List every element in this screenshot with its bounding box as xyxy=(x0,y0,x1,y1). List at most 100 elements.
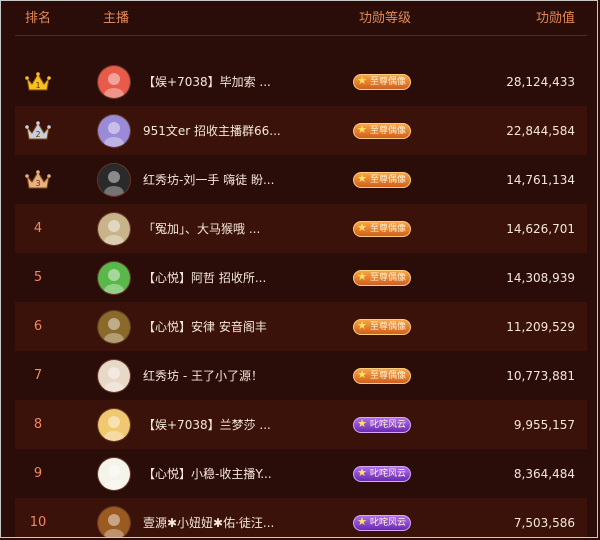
star-icon: ★ xyxy=(357,172,367,185)
merit-value: 9,955,157 xyxy=(513,417,575,432)
rank-cell: 2 xyxy=(23,106,53,155)
header-level: 功勋等级 xyxy=(359,11,412,26)
rank-number: 5 xyxy=(33,270,43,285)
level-badge: ★ 至尊偶像 xyxy=(353,368,412,384)
merit-value: 11,209,529 xyxy=(506,319,575,334)
rank-cell: 8 xyxy=(23,400,53,449)
avatar[interactable] xyxy=(97,506,131,537)
anchor-name[interactable]: 红秀坊 - 王了小了源！ xyxy=(143,351,263,400)
avatar[interactable] xyxy=(97,457,131,491)
star-icon: ★ xyxy=(357,221,367,234)
merit-value: 14,308,939 xyxy=(506,270,575,285)
crown-icon: 1 xyxy=(25,71,51,90)
level-label: 至尊偶像 xyxy=(370,224,407,234)
rank-number: 4 xyxy=(33,221,43,236)
ranking-row[interactable]: 8 【娱+7038】兰梦莎 ... ★ 叱咤风云 9,955,157 xyxy=(15,400,587,449)
avatar[interactable] xyxy=(97,65,131,99)
anchor-name[interactable]: 【心悦】阿哲 招收所... xyxy=(143,253,266,302)
ranking-row[interactable]: 3 红秀坊-刘一手 嗨徒 盼... ★ 至尊偶像 14,761,134 xyxy=(15,155,587,204)
star-icon: ★ xyxy=(357,319,367,332)
merit-value: 7,503,586 xyxy=(513,515,575,530)
level-badge: ★ 叱咤风云 xyxy=(353,417,412,433)
level-label: 至尊偶像 xyxy=(370,322,407,332)
rank-cell: 5 xyxy=(23,253,53,302)
level-badge: ★ 至尊偶像 xyxy=(353,123,412,139)
avatar[interactable] xyxy=(97,310,131,344)
star-icon: ★ xyxy=(357,270,367,283)
avatar[interactable] xyxy=(97,114,131,148)
rank-cell: 9 xyxy=(23,449,53,498)
anchor-name[interactable]: 【娱+7038】兰梦莎 ... xyxy=(143,400,271,449)
level-label: 至尊偶像 xyxy=(370,273,407,283)
anchor-name[interactable]: 「冤加」、大马猴哦 ... xyxy=(143,204,260,253)
ranking-row[interactable]: 9 【心悦】小稳-收主播Y... ★ 叱咤风云 8,364,484 xyxy=(15,449,587,498)
star-icon: ★ xyxy=(357,466,367,479)
ranking-row[interactable]: 5 【心悦】阿哲 招收所... ★ 至尊偶像 14,308,939 xyxy=(15,253,587,302)
rank-number: 10 xyxy=(29,515,47,530)
anchor-name[interactable]: 【心悦】小稳-收主播Y... xyxy=(143,449,272,498)
level-badge: ★ 至尊偶像 xyxy=(353,74,412,90)
header-anchor: 主播 xyxy=(103,11,130,26)
merit-value: 14,626,701 xyxy=(506,221,575,236)
ranking-list: 1 【娱+7038】毕加索 ... ★ 至尊偶像 28,124,433 2 951文er 招… xyxy=(15,57,587,537)
merit-value: 28,124,433 xyxy=(506,74,575,89)
rank-cell: 7 xyxy=(23,351,53,400)
rank-cell: 3 xyxy=(23,155,53,204)
rank-cell: 1 xyxy=(23,57,53,106)
star-icon: ★ xyxy=(357,515,367,528)
crown-icon: 3 xyxy=(25,169,51,188)
ranking-panel: 排名 主播 功勋等级 功勋值 1 【娱+7038】毕加索 ... ★ 至尊偶像 28,1… xyxy=(0,0,598,538)
merit-value: 14,761,134 xyxy=(506,172,575,187)
rank-number: 8 xyxy=(33,417,43,432)
level-label: 至尊偶像 xyxy=(370,77,407,87)
anchor-name[interactable]: 【心悦】安律 安音阁丰 xyxy=(143,302,267,351)
level-badge: ★ 至尊偶像 xyxy=(353,221,412,237)
anchor-name[interactable]: 【娱+7038】毕加索 ... xyxy=(143,57,271,106)
merit-value: 8,364,484 xyxy=(513,466,575,481)
table-header: 排名 主播 功勋等级 功勋值 xyxy=(15,1,587,36)
anchor-name[interactable]: 壹源✱小妞妞✱佑·徒汪... xyxy=(143,498,274,537)
level-label: 叱咤风云 xyxy=(370,420,407,430)
level-badge: ★ 至尊偶像 xyxy=(353,270,412,286)
avatar[interactable] xyxy=(97,212,131,246)
star-icon: ★ xyxy=(357,74,367,87)
ranking-row[interactable]: 2 951文er 招收主播群66... ★ 至尊偶像 22,844,584 xyxy=(15,106,587,155)
level-label: 至尊偶像 xyxy=(370,126,407,136)
header-rank: 排名 xyxy=(25,11,52,26)
crown-rank-number: 3 xyxy=(35,179,40,188)
merit-value: 22,844,584 xyxy=(506,123,575,138)
level-badge: ★ 叱咤风云 xyxy=(353,515,412,531)
crown-rank-number: 2 xyxy=(35,130,40,139)
avatar[interactable] xyxy=(97,408,131,442)
rank-number: 7 xyxy=(33,368,43,383)
merit-value: 10,773,881 xyxy=(506,368,575,383)
rank-number: 6 xyxy=(33,319,43,334)
rank-cell: 4 xyxy=(23,204,53,253)
ranking-row[interactable]: 10 壹源✱小妞妞✱佑·徒汪... ★ 叱咤风云 7,503,586 xyxy=(15,498,587,537)
level-badge: ★ 至尊偶像 xyxy=(353,319,412,335)
level-badge: ★ 至尊偶像 xyxy=(353,172,412,188)
level-label: 叱咤风云 xyxy=(370,518,407,528)
star-icon: ★ xyxy=(357,417,367,430)
crown-icon: 2 xyxy=(25,120,51,139)
level-label: 至尊偶像 xyxy=(370,371,407,381)
star-icon: ★ xyxy=(357,123,367,136)
ranking-row[interactable]: 7 红秀坊 - 王了小了源！ ★ 至尊偶像 10,773,881 xyxy=(15,351,587,400)
anchor-name[interactable]: 红秀坊-刘一手 嗨徒 盼... xyxy=(143,155,274,204)
header-value: 功勋值 xyxy=(535,11,575,26)
ranking-row[interactable]: 1 【娱+7038】毕加索 ... ★ 至尊偶像 28,124,433 xyxy=(15,57,587,106)
anchor-name[interactable]: 951文er 招收主播群66... xyxy=(143,106,281,155)
ranking-row[interactable]: 4 「冤加」、大马猴哦 ... ★ 至尊偶像 14,626,701 xyxy=(15,204,587,253)
crown-rank-number: 1 xyxy=(35,81,40,90)
rank-number: 9 xyxy=(33,466,43,481)
avatar[interactable] xyxy=(97,261,131,295)
star-icon: ★ xyxy=(357,368,367,381)
ranking-row[interactable]: 6 【心悦】安律 安音阁丰 ★ 至尊偶像 11,209,529 xyxy=(15,302,587,351)
avatar[interactable] xyxy=(97,163,131,197)
avatar[interactable] xyxy=(97,359,131,393)
level-label: 叱咤风云 xyxy=(370,469,407,479)
level-label: 至尊偶像 xyxy=(370,175,407,185)
rank-cell: 10 xyxy=(23,498,53,537)
rank-cell: 6 xyxy=(23,302,53,351)
level-badge: ★ 叱咤风云 xyxy=(353,466,412,482)
